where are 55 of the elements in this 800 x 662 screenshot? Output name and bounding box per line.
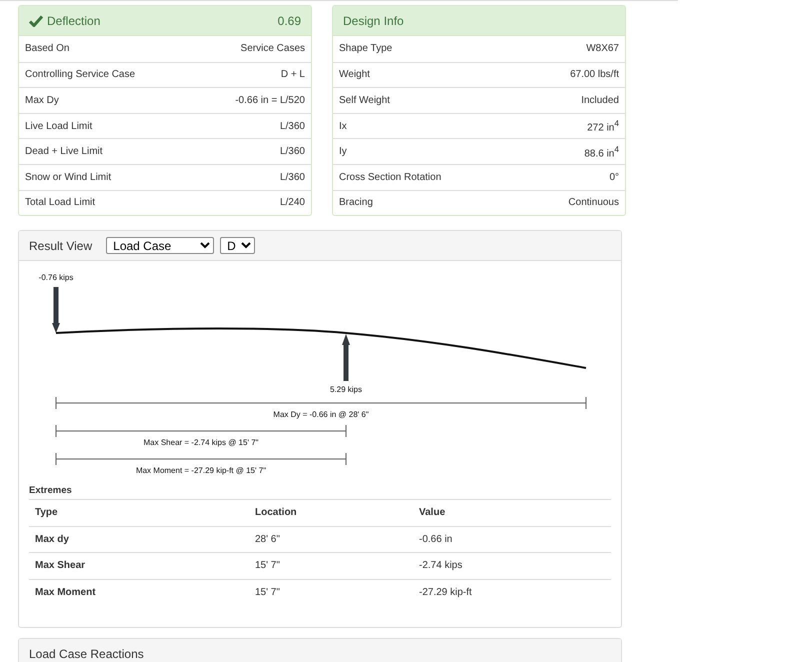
table-cell-text: -0.66 in <box>419 534 454 545</box>
row-value: L/360 <box>280 146 305 158</box>
deflection-ratio: 0.69 <box>278 14 301 28</box>
dimension-label: Max Moment = -27.29 kip-ft @ 15' 7" <box>136 466 266 476</box>
deflection-title: Deflection <box>25 14 100 28</box>
table-cell-text: Max dy <box>35 534 70 545</box>
table-cell-text: Max Shear <box>35 560 86 572</box>
reactions-title: Load Case Reactions <box>29 646 144 661</box>
row-label: Live Load Limit <box>25 120 92 132</box>
load-arrow <box>52 287 60 334</box>
table-cell-text: -2.74 kips <box>419 560 464 572</box>
table-cell-text: 28' 6" <box>255 534 281 545</box>
dimension-label: Max Shear = -2.74 kips @ 15' 7" <box>144 438 258 448</box>
row-value: 67.00 lbs/ft <box>570 69 619 80</box>
row-label: Dead + Live Limit <box>25 146 103 158</box>
design-info-title: Design Info <box>342 14 404 28</box>
view-select[interactable]: Load Case <box>106 237 214 254</box>
column-header: Value <box>419 507 446 518</box>
reaction-arrow <box>342 334 350 382</box>
extremes-title: Extremes <box>29 485 611 500</box>
row-label: Self Weight <box>339 94 390 106</box>
row-label: Based On <box>25 43 70 54</box>
row-value: L/360 <box>280 120 305 132</box>
table-cell-text: 15' 7" <box>255 560 281 572</box>
row-value: -0.66 in = L/520 <box>235 94 305 106</box>
column-header: Type <box>35 507 59 518</box>
row-value: W8X67 <box>586 43 619 54</box>
row-label: Controlling Service Case <box>25 69 136 80</box>
column-header: Location <box>255 507 298 518</box>
row-value: L/360 <box>280 172 305 183</box>
row-label: Bracing <box>339 197 373 208</box>
row-value: D + L <box>280 69 305 80</box>
row-value: Continuous <box>568 197 619 208</box>
table-cell-text: -27.29 kip-ft <box>419 586 473 598</box>
row-label: Cross Section Rotation <box>339 172 442 183</box>
row-value: 0° <box>609 172 619 183</box>
table-cell-text: 15' 7" <box>255 586 281 598</box>
row-label: Weight <box>339 69 370 80</box>
case-select[interactable]: D <box>220 237 256 254</box>
dimension-label: Max Dy = -0.66 in @ 28' 6" <box>273 410 369 420</box>
load-label: -0.76 kips <box>38 273 74 282</box>
result-view-label: Result View <box>29 238 92 253</box>
row-value: 272 in$^{4}$ <box>587 118 619 134</box>
reaction-label: 5.29 kips <box>330 385 362 394</box>
row-label: Iy <box>339 146 347 158</box>
table-cell-text: Max Moment <box>35 586 97 598</box>
row-value: Service Cases <box>240 43 305 54</box>
row-value: L/240 <box>280 197 305 208</box>
row-value: Included <box>581 94 619 106</box>
row-label: Shape Type <box>339 43 392 54</box>
row-label: Snow or Wind Limit <box>25 172 112 183</box>
row-label: Ix <box>339 120 347 132</box>
row-value: 88.6 in$^{4}$ <box>584 144 619 160</box>
row-label: Total Load Limit <box>25 197 96 208</box>
row-label: Max Dy <box>25 94 59 106</box>
